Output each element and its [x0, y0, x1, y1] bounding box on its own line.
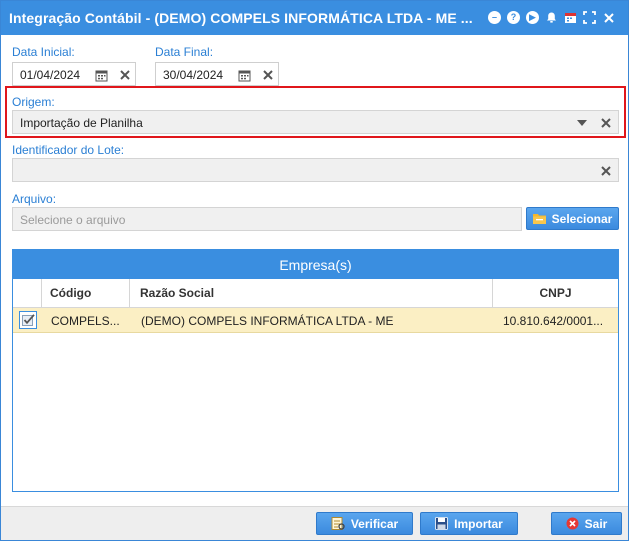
arquivo-placeholder: Selecione o arquivo [20, 213, 126, 227]
column-codigo[interactable]: Código [42, 279, 130, 307]
data-inicial-field[interactable]: 01/04/2024 [12, 62, 136, 86]
arquivo-label: Arquivo: [12, 192, 57, 206]
minimize-icon[interactable]: – [487, 10, 502, 25]
lote-field[interactable] [12, 158, 619, 182]
row-checkbox[interactable] [19, 311, 37, 329]
arquivo-field[interactable]: Selecione o arquivo [12, 207, 522, 231]
data-final-label: Data Final: [155, 45, 214, 59]
checkmark-icon [21, 314, 35, 326]
column-cnpj[interactable]: CNPJ [493, 279, 618, 307]
clear-icon[interactable] [598, 115, 614, 131]
close-icon[interactable] [601, 10, 616, 25]
origem-value: Importação de Planilha [20, 116, 143, 130]
lote-label: Identificador do Lote: [12, 143, 125, 157]
integracao-window: Integração Contábil - (DEMO) COMPELS INF… [0, 0, 629, 541]
clear-icon[interactable] [117, 67, 133, 83]
clear-icon[interactable] [260, 67, 276, 83]
selecionar-button[interactable]: Selecionar [526, 207, 619, 230]
clear-icon[interactable] [598, 163, 614, 179]
help-icon[interactable]: ? [506, 10, 521, 25]
bell-icon[interactable] [544, 10, 559, 25]
window-title: Integração Contábil - (DEMO) COMPELS INF… [9, 10, 473, 26]
data-final-field[interactable]: 30/04/2024 [155, 62, 279, 86]
sair-button[interactable]: Sair [551, 512, 622, 535]
table-row[interactable]: COMPELS... (DEMO) COMPELS INFORMÁTICA LT… [13, 308, 618, 333]
importar-label: Importar [454, 516, 503, 531]
play-icon[interactable]: ▶ [525, 10, 540, 25]
data-inicial-label: Data Inicial: [12, 45, 75, 59]
importar-button[interactable]: Importar [420, 512, 518, 535]
calendar-icon[interactable] [93, 67, 109, 83]
sair-label: Sair [584, 516, 608, 531]
cell-razao-social: (DEMO) COMPELS INFORMÁTICA LTDA - ME [141, 314, 394, 328]
calendar-icon[interactable] [563, 10, 578, 25]
data-inicial-value: 01/04/2024 [20, 68, 81, 82]
cell-cnpj: 10.810.642/0001... [503, 314, 604, 328]
select-column [13, 279, 42, 307]
origem-label: Origem: [12, 95, 55, 109]
title-bar: Integração Contábil - (DEMO) COMPELS INF… [1, 1, 628, 35]
verificar-label: Verificar [350, 516, 399, 531]
grid-columns: Código Razão Social CNPJ [13, 279, 618, 308]
origem-select[interactable]: Importação de Planilha [12, 110, 619, 134]
checklist-icon [331, 517, 345, 530]
title-icons: – ? ▶ [487, 10, 616, 25]
folder-icon [532, 214, 546, 224]
cell-codigo: COMPELS... [51, 314, 120, 328]
exit-icon [566, 517, 579, 530]
empresas-grid: Empresa(s) Código Razão Social CNPJ COMP… [12, 249, 619, 492]
selecionar-label: Selecionar [551, 211, 613, 226]
save-icon [435, 517, 449, 530]
verificar-button[interactable]: Verificar [316, 512, 413, 535]
calendar-icon[interactable] [236, 67, 252, 83]
fullscreen-icon[interactable] [582, 10, 597, 25]
footer-bar: Verificar Importar Sair [1, 506, 628, 540]
grid-title: Empresa(s) [13, 250, 618, 279]
data-final-value: 30/04/2024 [163, 68, 224, 82]
column-razao-social[interactable]: Razão Social [130, 279, 493, 307]
chevron-down-icon[interactable] [574, 115, 590, 131]
